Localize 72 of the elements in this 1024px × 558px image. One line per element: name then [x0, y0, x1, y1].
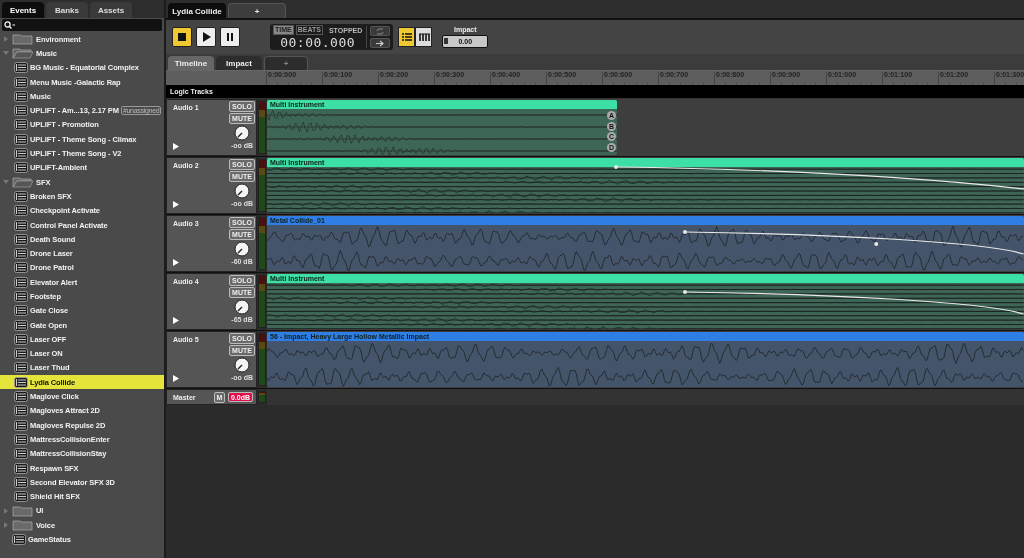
play-button[interactable] [196, 27, 216, 47]
event-icon [14, 419, 28, 431]
event-icon [14, 62, 28, 74]
event-icon [14, 305, 28, 317]
volume-knob-icon[interactable] [234, 299, 250, 315]
play-arrow-icon[interactable] [173, 375, 179, 382]
event-icon [14, 491, 28, 503]
browser-tab[interactable]: Banks [46, 2, 88, 18]
search-field[interactable] [2, 19, 162, 31]
browser-tab[interactable]: Assets [90, 2, 132, 18]
follow-button[interactable] [370, 38, 391, 48]
stop-button[interactable] [172, 27, 192, 47]
slider-thumb[interactable] [444, 38, 449, 44]
folder-icon [12, 33, 34, 46]
event-icon [14, 119, 28, 131]
grid-icon [417, 32, 430, 42]
event-tab[interactable]: + [228, 3, 286, 18]
volume-knob-icon[interactable] [234, 125, 250, 141]
event-icon [14, 133, 28, 145]
event-icon [14, 476, 28, 488]
event-icon [14, 76, 28, 88]
event-icon [14, 348, 28, 360]
event-icon [14, 362, 28, 374]
event-icon [14, 90, 28, 102]
event-icon [14, 162, 28, 174]
event-icon [14, 376, 28, 388]
stop-icon [176, 31, 188, 43]
event-tab[interactable]: Lydia Collide [168, 3, 226, 18]
loop-icon [375, 27, 386, 35]
event-icon [14, 262, 28, 274]
pause-button[interactable] [220, 27, 240, 47]
volume-knob-icon[interactable] [234, 357, 250, 373]
event-icon [14, 333, 28, 345]
event-icon [14, 190, 28, 202]
arrow-right-icon [375, 39, 386, 47]
play-arrow-icon[interactable] [173, 317, 179, 324]
event-icon [14, 219, 28, 231]
search-icon [4, 20, 15, 30]
event-icon [14, 462, 28, 474]
open-folder-icon [12, 176, 34, 189]
loop-button[interactable] [370, 26, 391, 36]
list-view-button[interactable] [398, 27, 416, 47]
browser-tab[interactable]: Events [2, 2, 44, 18]
play-arrow-icon[interactable] [173, 259, 179, 266]
editor-tab[interactable]: Timeline [168, 56, 214, 70]
open-folder-icon [12, 47, 34, 60]
event-icon [14, 405, 28, 417]
folder-icon [12, 504, 34, 517]
event-icon [14, 433, 28, 445]
editor-tab[interactable]: + [264, 56, 308, 70]
event-icon [14, 448, 28, 460]
event-icon [14, 148, 28, 159]
volume-knob-icon[interactable] [234, 183, 250, 199]
time-readout: 00:00.000 [280, 36, 356, 49]
event-icon [14, 205, 28, 217]
folder-icon [12, 519, 34, 532]
event-icon [14, 319, 28, 331]
event-icon [14, 276, 28, 288]
event-icon [14, 391, 28, 403]
grid-view-button[interactable] [415, 27, 433, 47]
event-icon [14, 248, 28, 260]
play-icon [200, 31, 212, 43]
event-icon [12, 534, 26, 546]
pause-icon [224, 31, 236, 43]
play-arrow-icon[interactable] [173, 143, 179, 150]
event-icon [14, 105, 28, 117]
event-icon [14, 233, 28, 245]
editor-tab[interactable]: Impact [216, 56, 262, 70]
event-icon [14, 291, 28, 302]
list-icon [400, 32, 413, 42]
play-arrow-icon[interactable] [173, 201, 179, 208]
volume-knob-icon[interactable] [234, 241, 250, 257]
